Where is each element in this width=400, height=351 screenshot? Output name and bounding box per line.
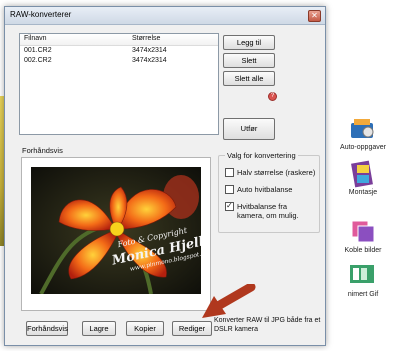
checkbox-camera-white-balance[interactable]: [225, 201, 234, 211]
file-row[interactable]: 001.CR2 3474x2314: [20, 46, 218, 56]
group-title: Valg for konvertering: [225, 151, 298, 160]
option-auto-white-balance[interactable]: Auto hvitbalanse: [225, 185, 292, 195]
desktop-item-label: nimert Gif: [347, 291, 379, 298]
title-bar[interactable]: RAW-konverterer ✕: [5, 7, 325, 25]
desktop-item-montage[interactable]: Montasje: [330, 160, 396, 196]
file-name: 002.CR2: [24, 57, 52, 64]
option-camera-white-balance[interactable]: Hvitbalanse fra kamera, om mulig.: [225, 201, 315, 220]
delete-button[interactable]: Slett: [223, 53, 275, 68]
file-size: 3474x2314: [132, 57, 167, 64]
file-size: 3474x2314: [132, 47, 167, 54]
desktop-item-auto-tasks[interactable]: Auto-oppgaver: [330, 115, 396, 151]
preview-frame: Foto & Copyright Monica Hjelberg www.pin…: [21, 157, 212, 336]
run-button[interactable]: Utfør: [223, 118, 275, 140]
desktop-item-animated-gif[interactable]: nimert Gif: [330, 262, 396, 298]
auto-tasks-icon: [348, 115, 378, 141]
window-title: RAW-konverterer: [10, 10, 72, 19]
option-label: Halv størrelse (raskere): [237, 168, 316, 177]
column-header-size[interactable]: Størrelse: [132, 35, 160, 42]
file-list-header: Filnavn Størrelse: [20, 34, 218, 46]
delete-all-button[interactable]: Slett alle: [223, 71, 275, 86]
copy-button[interactable]: Kopier: [126, 321, 164, 336]
preview-button[interactable]: Forhåndsvis: [26, 321, 68, 336]
raw-converter-window: RAW-konverterer ✕ Filnavn Størrelse 001.…: [4, 6, 326, 346]
option-label: Auto hvitbalanse: [237, 185, 293, 194]
checkbox-half-size[interactable]: [225, 168, 234, 177]
red-arrow-icon: [202, 284, 256, 318]
close-button[interactable]: ✕: [308, 10, 321, 22]
help-icon[interactable]: ?: [268, 92, 277, 101]
desktop-area: Auto-oppgaver Montasje Koble bilder nime…: [322, 0, 400, 351]
montage-icon: [348, 160, 378, 188]
desktop-item-join-images[interactable]: Koble bilder: [330, 218, 396, 254]
desktop-item-label: Montasje: [348, 189, 378, 196]
join-images-icon: [348, 218, 378, 244]
checkbox-auto-white-balance[interactable]: [225, 185, 234, 194]
add-button[interactable]: Legg til: [223, 35, 275, 50]
conversion-options-group: Valg for konvertering Halv størrelse (ra…: [218, 151, 320, 233]
save-button[interactable]: Lagre: [82, 321, 116, 336]
column-header-filename[interactable]: Filnavn: [24, 35, 47, 42]
file-row[interactable]: 002.CR2 3474x2314: [20, 56, 218, 66]
option-label: Hvitbalanse fra kamera, om mulig.: [237, 202, 299, 220]
preview-image: Foto & Copyright Monica Hjelberg www.pin…: [31, 167, 201, 294]
file-name: 001.CR2: [24, 47, 52, 54]
desktop-item-label: Koble bilder: [344, 247, 382, 254]
desktop-item-label: Auto-oppgaver: [340, 144, 386, 151]
preview-label: Forhåndsvis: [22, 146, 63, 155]
file-list[interactable]: Filnavn Størrelse 001.CR2 3474x2314 002.…: [19, 33, 219, 135]
option-half-size[interactable]: Halv størrelse (raskere): [225, 168, 315, 178]
animated-gif-icon: [348, 262, 378, 288]
